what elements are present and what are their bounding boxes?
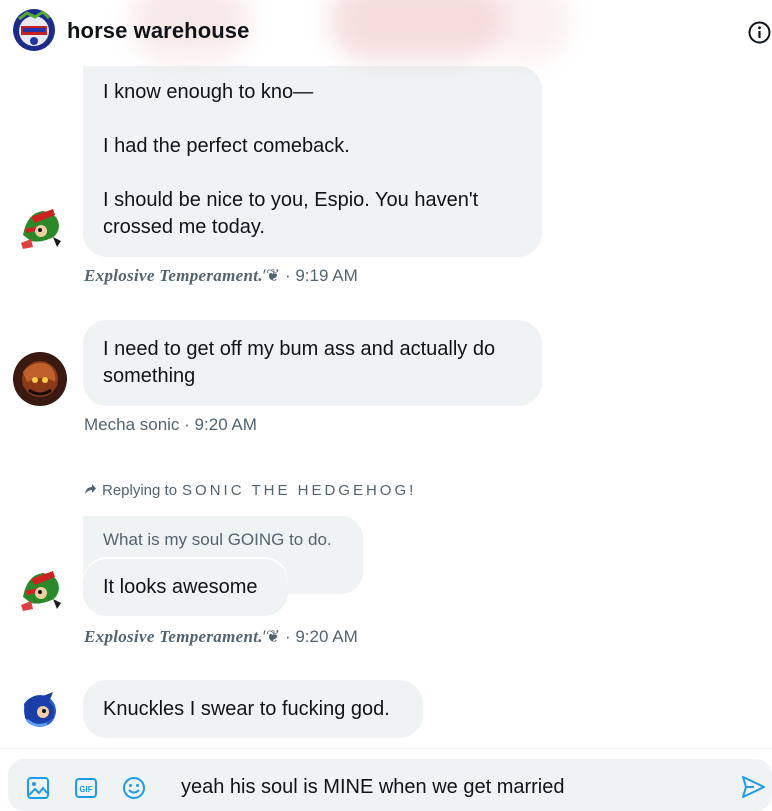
message-bubble[interactable]: I know enough to kno— I had the perfect …	[83, 66, 542, 257]
avatar-sonic[interactable]	[13, 684, 67, 738]
message-bubble[interactable]: It looks awesome	[83, 559, 288, 616]
chat-header: horse warehouse	[0, 0, 772, 62]
message-text: I know enough to kno— I had the perfect …	[103, 81, 479, 238]
group-avatar[interactable]	[13, 9, 55, 51]
header-blur-decoration	[330, 0, 500, 60]
reply-label: Replying to	[102, 482, 178, 499]
sender-name[interactable]: Explosive Temperament.	[84, 627, 263, 646]
message-time: · 9:19 AM	[284, 266, 358, 285]
image-icon[interactable]	[25, 775, 51, 806]
group-name[interactable]: horse warehouse	[67, 18, 249, 44]
header-blur-decoration	[480, 0, 570, 60]
message-bubble[interactable]: I need to get off my bum ass and actuall…	[83, 320, 542, 406]
avatar-explosive-temperament[interactable]	[13, 203, 67, 257]
emoji-icon[interactable]	[121, 775, 147, 806]
message-meta: Explosive Temperament.′❦ · 9:19 AM	[84, 266, 358, 286]
sender-name-flourish: ′❦	[262, 266, 281, 285]
avatar-mecha-sonic[interactable]	[13, 352, 67, 406]
sender-name[interactable]: Mecha sonic	[84, 415, 179, 434]
send-icon[interactable]	[740, 775, 766, 799]
info-circle-icon[interactable]	[748, 21, 771, 44]
reply-indicator[interactable]: Replying to SONIC THE HEDGEHOG!	[84, 482, 416, 499]
message-bubble[interactable]: Knuckles I swear to fucking god.	[83, 680, 423, 738]
quoted-text: What is my soul GOING to do.	[103, 530, 332, 549]
gif-label: GIF	[79, 785, 92, 794]
message-text: I need to get off my bum ass and actuall…	[103, 338, 501, 387]
reply-arrow-icon	[84, 482, 97, 499]
message-text: It looks awesome	[103, 576, 258, 598]
gif-icon[interactable]: GIF	[73, 775, 99, 806]
avatar-explosive-temperament[interactable]	[13, 565, 67, 619]
reply-target-name[interactable]: SONIC THE HEDGEHOG!	[182, 482, 416, 499]
message-input[interactable]: yeah his soul is MINE when we get marrie…	[181, 776, 565, 799]
message-time: · 9:20 AM	[284, 627, 358, 646]
message-meta: Explosive Temperament.′❦ · 9:20 AM	[84, 627, 358, 647]
message-meta: Mecha sonic · 9:20 AM	[84, 415, 257, 435]
message-time: · 9:20 AM	[184, 415, 257, 434]
sender-name-flourish: ′❦	[262, 627, 281, 646]
sender-name[interactable]: Explosive Temperament.	[84, 266, 263, 285]
message-text: Knuckles I swear to fucking god.	[103, 698, 390, 720]
